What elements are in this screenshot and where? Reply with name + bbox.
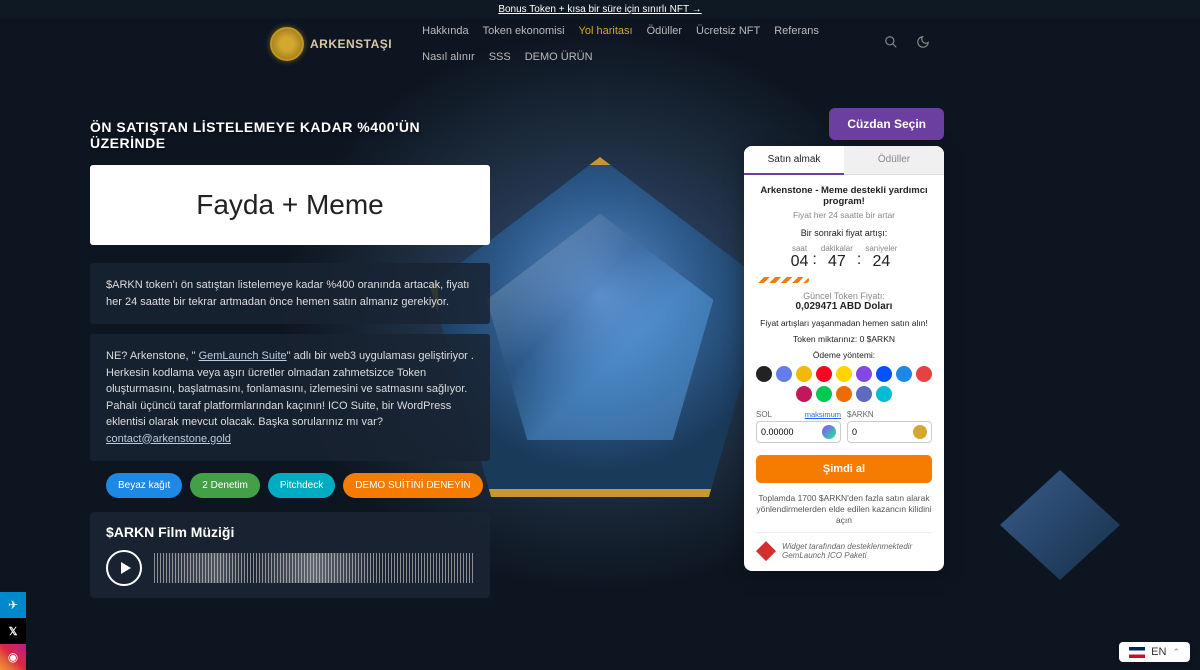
presale-widget: Satın almak Ödüller Arkenstone - Meme de… — [744, 146, 944, 571]
widget-tabs: Satın almak Ödüller — [744, 146, 944, 175]
nav-tokenomics[interactable]: Token ekonomisi — [483, 25, 565, 37]
description-2: NE? Arkenstone, " GemLaunch Suite" adlı … — [90, 334, 490, 461]
next-price-label: Bir sonraki fiyat artışı: — [756, 228, 932, 238]
sol-label: SOL — [756, 410, 772, 419]
brand-name: ARKENSTAŞI — [310, 37, 392, 51]
description-1: $ARKN token'ı ön satıştan listelemeye ka… — [90, 263, 490, 324]
demo-button[interactable]: DEMO SUİTİNİ DENEYİN — [343, 473, 483, 498]
progress-bar — [756, 277, 809, 283]
nav-referral[interactable]: Referans — [774, 25, 819, 37]
countdown: saat04 : dakikalar47 : saniyeler24 — [756, 244, 932, 271]
footer-line1: Widget tarafından desteklenmektedir — [782, 542, 912, 551]
tab-rewards[interactable]: Ödüller — [844, 146, 944, 175]
widget-title: Arkenstone - Meme destekli yardımcı prog… — [756, 185, 932, 207]
arkn-icon — [913, 425, 927, 439]
hero-content: ÖN SATIŞTAN LİSTELEMEYE KADAR %400'ÜN ÜZ… — [90, 119, 490, 598]
payment-option-12[interactable] — [856, 386, 872, 402]
chevron-up-icon: ⌃ — [1172, 647, 1180, 658]
buy-prompt: Fiyat artışları yaşanmadan hemen satın a… — [756, 318, 932, 328]
gemlaunch-icon — [756, 541, 776, 561]
cd-sec-label: saniyeler — [865, 244, 897, 253]
payment-icons — [756, 366, 932, 402]
pitchdeck-button[interactable]: Pitchdeck — [268, 473, 335, 498]
nav-rewards[interactable]: Ödüller — [647, 25, 682, 37]
whitepaper-button[interactable]: Beyaz kağıt — [106, 473, 182, 498]
nav-about[interactable]: Hakkında — [422, 25, 468, 37]
gemlaunch-link[interactable]: GemLaunch Suite — [199, 350, 287, 362]
cd-seconds: 24 — [865, 253, 897, 271]
audio-title: $ARKN Film Müziği — [106, 524, 474, 540]
logo[interactable]: ARKENSTAŞI — [270, 27, 392, 61]
play-icon — [121, 562, 131, 574]
cta-buttons: Beyaz kağıt 2 Denetim Pitchdeck DEMO SUİ… — [106, 473, 490, 498]
nav-howtobuy[interactable]: Nasıl alınır — [422, 51, 475, 63]
small-gem-image — [1000, 470, 1120, 580]
unlock-text: Toplamda 1700 $ARKN'den fazla satın alar… — [756, 493, 932, 526]
payment-option-1[interactable] — [776, 366, 792, 382]
cd-hours: 04 — [791, 253, 809, 271]
payment-option-5[interactable] — [856, 366, 872, 382]
lang-code: EN — [1151, 646, 1166, 658]
promo-link[interactable]: Bonus Token + kısa bir süre için sınırlı… — [498, 4, 701, 15]
payment-option-7[interactable] — [896, 366, 912, 382]
buy-now-button[interactable]: Şimdi al — [756, 455, 932, 483]
payment-option-2[interactable] — [796, 366, 812, 382]
x-icon[interactable]: 𝕏 — [0, 618, 26, 644]
audio-player: $ARKN Film Müziği — [90, 512, 490, 598]
tagline: ÖN SATIŞTAN LİSTELEMEYE KADAR %400'ÜN ÜZ… — [90, 119, 490, 151]
your-tokens: Token miktarınız: 0 $ARKN — [756, 334, 932, 344]
audio-waveform[interactable] — [154, 553, 474, 583]
pay-method-label: Ödeme yöntemi: — [756, 350, 932, 360]
payment-option-9[interactable] — [796, 386, 812, 402]
payment-option-0[interactable] — [756, 366, 772, 382]
logo-icon — [270, 27, 304, 61]
footer-line2: GemLaunch ICO Paketi — [782, 551, 912, 560]
contact-email-link[interactable]: contact@arkenstone.gold — [106, 433, 231, 445]
payment-option-10[interactable] — [816, 386, 832, 402]
payment-option-13[interactable] — [876, 386, 892, 402]
arkn-label: $ARKN — [847, 410, 932, 419]
desc2-prefix: NE? Arkenstone, " — [106, 350, 199, 362]
instagram-icon[interactable]: ◉ — [0, 644, 26, 670]
language-selector[interactable]: EN ⌃ — [1119, 642, 1190, 662]
main-nav: Hakkında Token ekonomisi Yol haritası Öd… — [422, 25, 862, 63]
payment-option-4[interactable] — [836, 366, 852, 382]
nav-demo[interactable]: DEMO ÜRÜN — [525, 51, 593, 63]
flag-icon — [1129, 647, 1145, 658]
payment-option-8[interactable] — [916, 366, 932, 382]
promo-banner[interactable]: Bonus Token + kısa bir süre için sınırlı… — [0, 0, 1200, 19]
header: ARKENSTAŞI Hakkında Token ekonomisi Yol … — [0, 19, 1200, 69]
price-value: 0,029471 ABD Doları — [756, 301, 932, 312]
cd-hours-label: saat — [791, 244, 809, 253]
search-icon[interactable] — [884, 35, 898, 54]
max-link[interactable]: maksimum — [805, 410, 841, 419]
sol-input[interactable] — [761, 427, 811, 437]
nav-roadmap[interactable]: Yol haritası — [579, 25, 633, 37]
payment-option-6[interactable] — [876, 366, 892, 382]
audit-button[interactable]: 2 Denetim — [190, 473, 260, 498]
widget-subtitle: Fiyat her 24 saatte bir artar — [756, 210, 932, 220]
nav-nft[interactable]: Ücretsiz NFT — [696, 25, 760, 37]
payment-option-11[interactable] — [836, 386, 852, 402]
social-sidebar: ✈ 𝕏 ◉ — [0, 592, 26, 670]
cd-min-label: dakikalar — [821, 244, 853, 253]
telegram-icon[interactable]: ✈ — [0, 592, 26, 618]
play-button[interactable] — [106, 550, 142, 586]
widget-footer: Widget tarafından desteklenmektedirGemLa… — [756, 532, 932, 561]
headline: Fayda + Meme — [90, 165, 490, 245]
arkn-input[interactable] — [852, 427, 902, 437]
payment-option-3[interactable] — [816, 366, 832, 382]
tab-buy[interactable]: Satın almak — [744, 146, 844, 175]
cd-minutes: 47 — [821, 253, 853, 271]
theme-toggle-icon[interactable] — [916, 35, 930, 54]
connect-wallet-button[interactable]: Cüzdan Seçin — [829, 108, 944, 140]
sol-icon — [822, 425, 836, 439]
price-label: Güncel Token Fiyatı: — [756, 291, 932, 301]
nav-faq[interactable]: SSS — [489, 51, 511, 63]
